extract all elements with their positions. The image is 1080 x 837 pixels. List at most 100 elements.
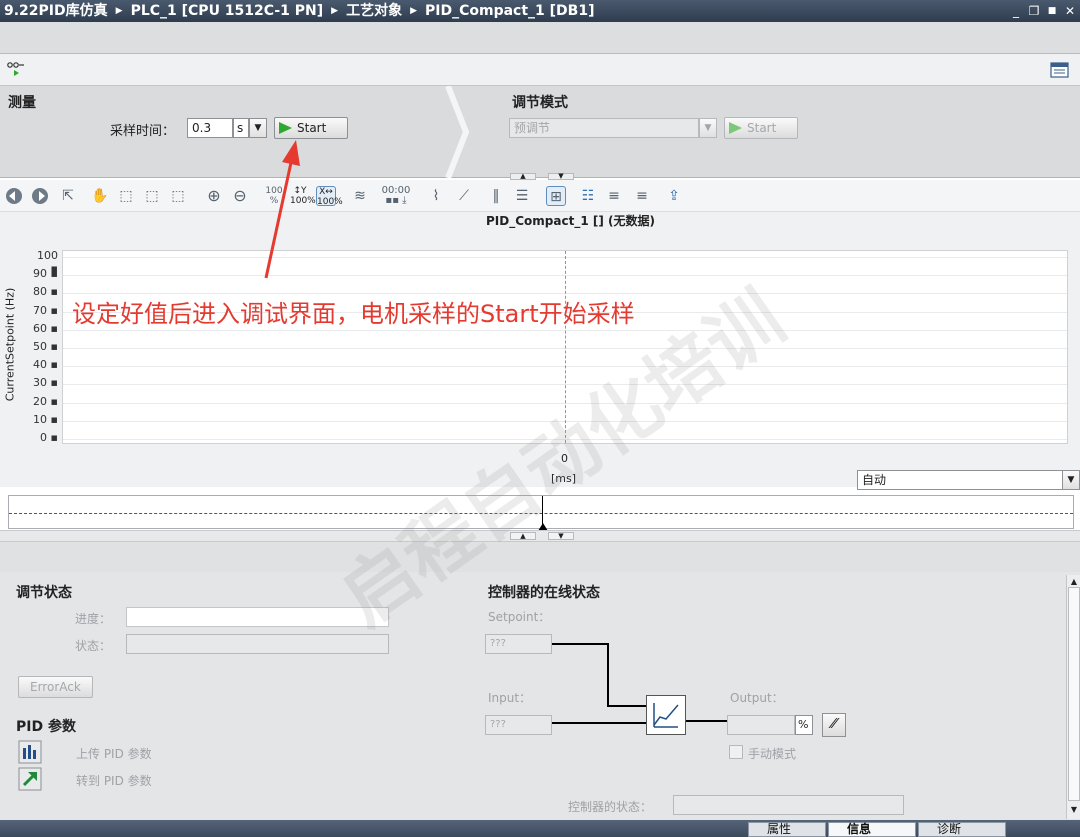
scale-mode-select[interactable]: 自动 — [857, 470, 1063, 490]
editor-toolbar-band — [0, 54, 1080, 86]
output-field — [727, 715, 795, 735]
output-settings-icon[interactable]: ⁄⁄ — [822, 713, 846, 737]
upload-pid-label[interactable]: 上传 PID 参数 — [76, 745, 152, 762]
zoom-in-icon[interactable]: ⊕ — [204, 186, 224, 206]
tuning-mode-title: 调节模式 — [512, 95, 568, 111]
output-unit: % — [795, 715, 813, 735]
annotation-text: 设定好值后进入调试界面，电机采样的Start开始采样 — [72, 300, 635, 328]
tuning-start-button[interactable]: Start — [724, 117, 798, 139]
input-field: ??? — [485, 715, 552, 735]
breadcrumb-technology-objects[interactable]: 工艺对象 — [346, 3, 402, 19]
sampling-time-input[interactable]: 0.3 — [187, 118, 233, 138]
diagonal-line-icon[interactable]: ⟋ — [454, 186, 474, 206]
setpoint-field: ??? — [485, 634, 552, 654]
horizontal-measure-icon[interactable]: ☰ — [512, 186, 532, 206]
annotation-arrow-icon — [264, 140, 300, 279]
tab-diagnostics[interactable]: 诊断 — [918, 822, 1006, 837]
breadcrumb-project[interactable]: 9.22PID库仿真 — [4, 3, 108, 19]
breadcrumb-separator-icon: ▶ — [115, 6, 123, 16]
zoom-x-icon[interactable]: ⬚ — [142, 186, 162, 206]
back-icon[interactable] — [4, 186, 24, 206]
y-tick-label: 10 ▪ — [33, 412, 58, 426]
trend-toolbar — [0, 180, 1080, 212]
y-tick-label: 0 ▪ — [40, 431, 58, 444]
tab-properties[interactable]: 属性 — [748, 822, 826, 837]
close-icon[interactable]: ✕ — [1062, 3, 1078, 19]
y-tick-label: 60 ▪ — [33, 321, 58, 335]
controller-state-field — [673, 795, 904, 815]
restore-icon[interactable]: ❐ — [1026, 3, 1042, 19]
setpoint-wire — [607, 705, 647, 707]
title-bar: 9.22PID库仿真 ▶ PLC_1 [CPU 1512C-1 PN] ▶ 工艺对象 ▶ P… — [0, 0, 1080, 22]
input-wire — [552, 722, 647, 724]
legend-icon[interactable]: ☷ — [578, 186, 598, 206]
snapshot-icon[interactable]: ⊞ — [546, 186, 566, 206]
tuning-status-title: 调节状态 — [16, 585, 72, 601]
breadcrumb-plc[interactable]: PLC_1 [CPU 1512C-1 PN] — [131, 3, 324, 19]
setpoint-wire — [552, 643, 609, 645]
online-monitor-icon[interactable] — [6, 60, 26, 78]
time-axis-icon[interactable]: 00:00 ▪▪ ⤓ — [380, 186, 412, 206]
maximize-icon[interactable]: ■ — [1044, 3, 1060, 19]
editor-header-band — [0, 22, 1080, 54]
sampling-unit-dropdown-icon[interactable]: ▼ — [249, 118, 267, 138]
status-label: 状态： — [75, 639, 112, 653]
forward-icon[interactable] — [30, 186, 50, 206]
status-field — [126, 634, 389, 654]
breadcrumb-separator-icon: ▶ — [410, 6, 418, 16]
play-icon — [729, 122, 742, 134]
y-tick-label: 40 ▪ — [33, 358, 58, 372]
play-icon — [279, 122, 292, 134]
tuning-mode-select[interactable]: 预调节 — [509, 118, 699, 138]
scroll-thumb[interactable] — [1068, 587, 1080, 801]
progress-bar — [126, 607, 389, 627]
layout-icon[interactable] — [1050, 61, 1070, 79]
trend-curve-icon[interactable]: ≋ — [350, 186, 370, 206]
align-right-icon[interactable]: ≡ — [632, 186, 652, 206]
pid-params-title: PID 参数 — [16, 719, 76, 735]
collapse-down-icon[interactable]: ▼ — [548, 173, 574, 180]
zoom-out-icon[interactable]: ⊖ — [230, 186, 250, 206]
output-wire — [686, 720, 727, 722]
y-tick-label: 70 ▪ — [33, 303, 58, 317]
align-left-icon[interactable]: ≡ — [604, 186, 624, 206]
scale-mode-dropdown-icon[interactable]: ▼ — [1062, 470, 1080, 490]
y-tick-label: 80 ▪ — [33, 285, 58, 299]
zoom-reset-icon[interactable]: ⇱ — [58, 186, 78, 206]
breadcrumb-separator-icon: ▶ — [331, 6, 339, 16]
zoom-y-icon[interactable]: ⬚ — [168, 186, 188, 206]
collapse-up-icon[interactable]: ▲ — [510, 173, 536, 180]
y-tick-label: 100 ▪ — [37, 249, 58, 275]
manual-mode-checkbox[interactable] — [729, 745, 743, 759]
chart-title: PID_Compact_1 [] (无数据) — [486, 214, 655, 228]
measure-start-button[interactable]: Start — [274, 117, 348, 139]
output-label: Output： — [730, 691, 784, 705]
line-chart-icon[interactable]: ⌇ — [426, 186, 446, 206]
status-panel-scrollbar[interactable]: ▲ ▼ — [1066, 575, 1080, 819]
controller-state-label: 控制器的状态： — [568, 800, 653, 814]
collapse-down-icon[interactable]: ▼ — [548, 532, 574, 540]
y-tick-label: 30 ▪ — [33, 376, 58, 390]
setpoint-wire — [607, 643, 609, 707]
export-icon[interactable]: ⇪ — [664, 186, 684, 206]
tab-info[interactable]: 信息 — [828, 822, 916, 837]
sampling-time-label: 采样时间： — [110, 124, 176, 139]
online-status-title: 控制器的在线状态 — [488, 585, 600, 601]
x-scale-100-icon[interactable]: X↔ 100% — [316, 186, 343, 207]
scroll-down-icon[interactable]: ▼ — [1068, 803, 1080, 817]
breadcrumb-db[interactable]: PID_Compact_1 [DB1] — [425, 3, 594, 19]
pan-hand-icon[interactable]: ✋ — [90, 186, 110, 206]
y-tick-label: 50 ▪ — [33, 340, 58, 353]
sampling-unit: s — [233, 118, 249, 138]
upload-pid-icon[interactable] — [18, 740, 42, 764]
step-arrow-divider — [445, 86, 470, 178]
vertical-measure-icon[interactable]: ‖ — [486, 186, 506, 206]
goto-pid-label[interactable]: 转到 PID 参数 — [76, 772, 152, 789]
zoom-area-icon[interactable]: ⬚ — [116, 186, 136, 206]
error-ack-button[interactable]: ErrorAck — [18, 676, 93, 698]
tuning-mode-dropdown-icon[interactable]: ▼ — [699, 118, 717, 138]
minimize-icon[interactable]: _ — [1008, 3, 1024, 19]
measure-title: 测量 — [8, 95, 36, 111]
goto-pid-icon[interactable] — [18, 767, 42, 791]
progress-label: 进度： — [75, 612, 112, 626]
